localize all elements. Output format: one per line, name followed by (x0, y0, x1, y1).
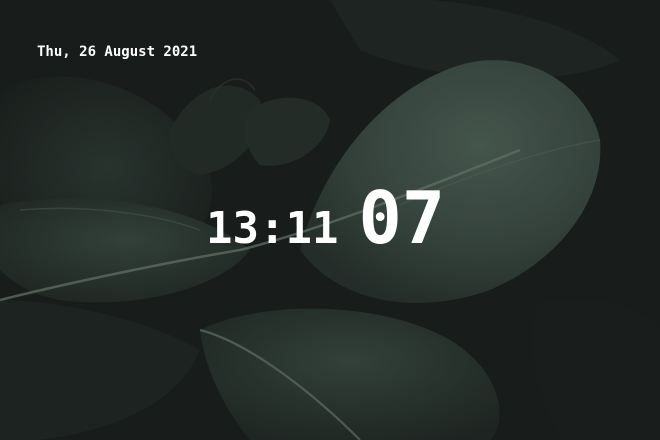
seconds: 07 (358, 176, 446, 260)
time-display: 13:11 07 (206, 182, 445, 254)
clock-screen: Thu, 26 August 2021 13:11 07 (0, 0, 660, 440)
hours-minutes: 13:11 (206, 203, 339, 254)
date-label: Thu, 26 August 2021 (37, 44, 198, 60)
